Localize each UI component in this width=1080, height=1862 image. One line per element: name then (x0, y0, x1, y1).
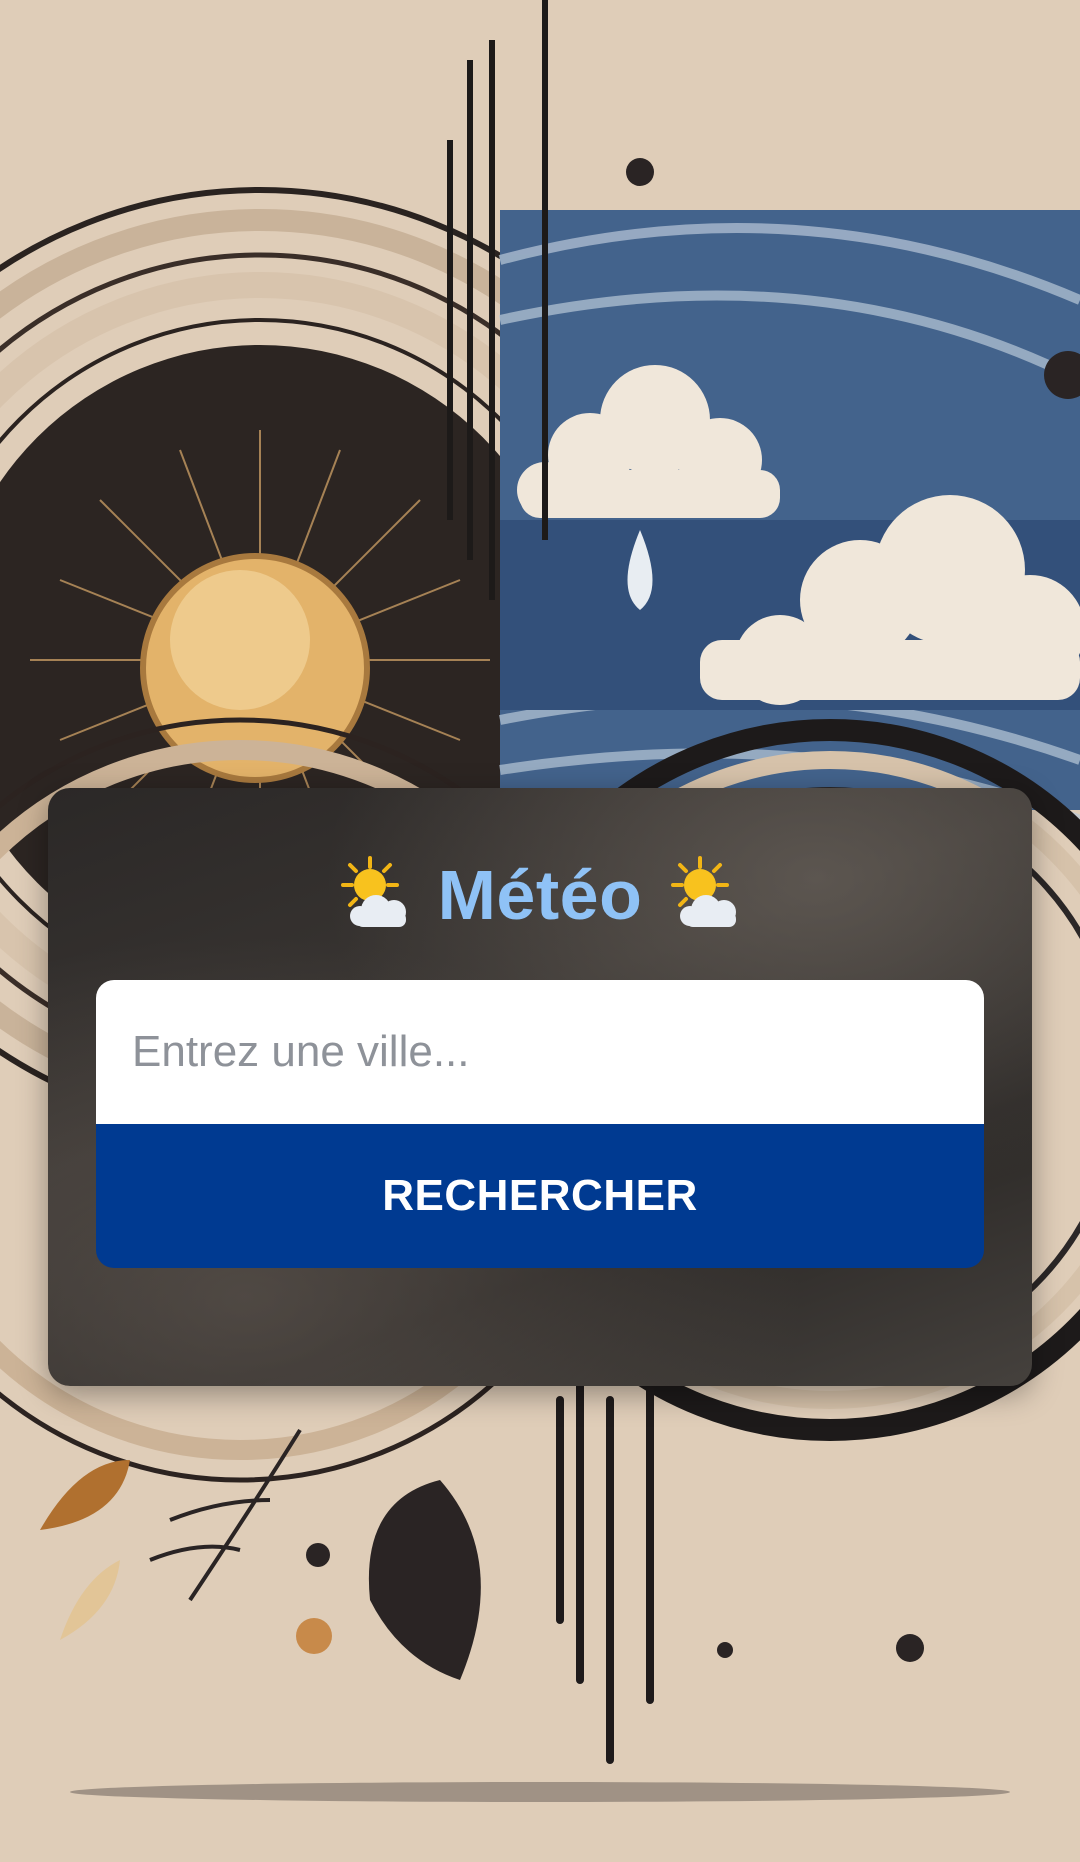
city-search-input[interactable] (96, 980, 984, 1124)
app-header: Météo (48, 850, 1032, 940)
search-button[interactable]: RECHERCHER (96, 1124, 984, 1268)
sun-behind-cloud-icon (664, 854, 746, 936)
sun-behind-cloud-icon (334, 854, 416, 936)
page-title: Météo (437, 856, 643, 934)
weather-search-card: Météo RECHE (48, 788, 1032, 1386)
